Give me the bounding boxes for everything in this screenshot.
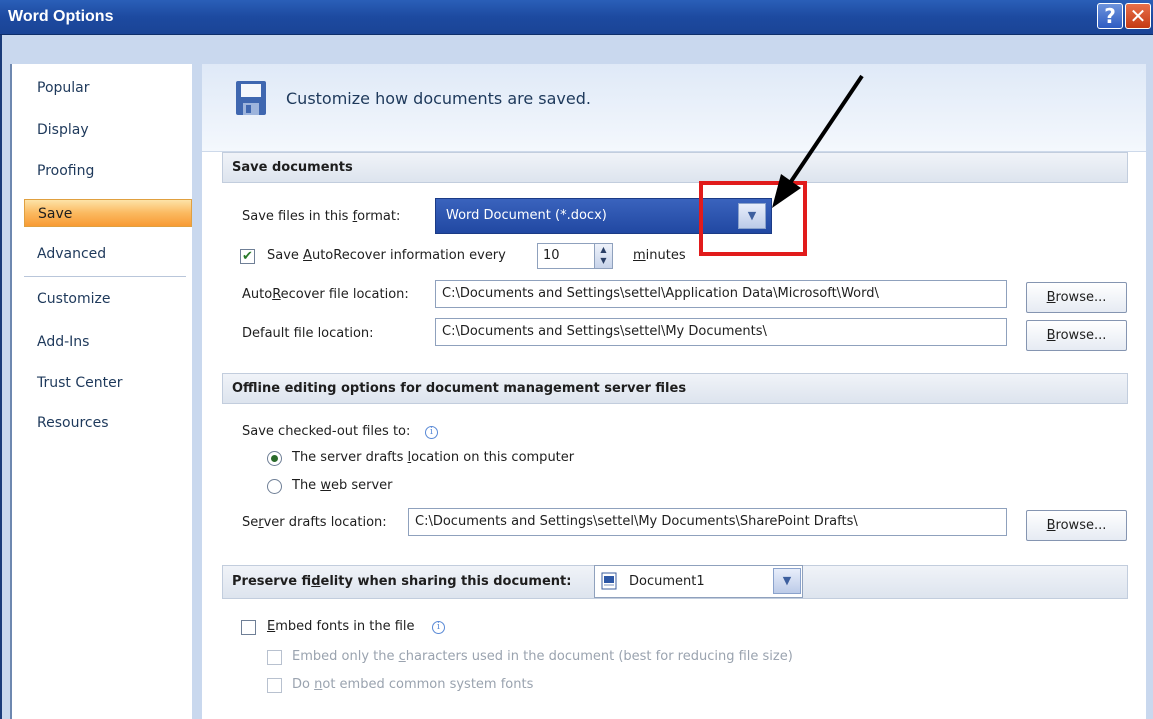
- info-icon: i: [425, 426, 438, 439]
- spinner-buttons[interactable]: ▲ ▼: [594, 244, 612, 268]
- server-drafts-label: Server drafts location:: [242, 515, 387, 530]
- frame-divider: [192, 64, 202, 719]
- help-button[interactable]: ?: [1097, 3, 1123, 29]
- nav-item-add-ins[interactable]: Add-Ins: [24, 328, 192, 356]
- autorecover-label: Save AutoRecover information every: [267, 248, 506, 263]
- section-offline-editing: Offline editing options for document man…: [222, 373, 1128, 404]
- format-label: Save files in this format:: [242, 209, 401, 224]
- close-button[interactable]: ✕: [1125, 3, 1151, 29]
- embed-fonts-label: Embed fonts in the file: [267, 619, 415, 634]
- autorecover-minutes-spinner[interactable]: 10 ▲ ▼: [537, 243, 613, 269]
- browse-server-drafts-button[interactable]: Browse...: [1026, 510, 1127, 541]
- fidelity-dropdown-button[interactable]: ▼: [773, 568, 801, 594]
- no-common-fonts-checkbox[interactable]: [267, 678, 282, 693]
- frame-right: [1146, 35, 1153, 719]
- fidelity-document-dropdown[interactable]: Document1 ▼: [594, 565, 803, 598]
- radio-web-server-label: The web server: [292, 478, 393, 493]
- floppy-disk-icon: [236, 81, 266, 115]
- default-location-label: Default file location:: [242, 326, 374, 341]
- spin-down-icon: ▼: [600, 256, 607, 265]
- radio-selected-dot: [271, 455, 278, 462]
- autorecover-location-label: AutoRecover file location:: [242, 287, 409, 302]
- frame-left: [2, 35, 10, 719]
- autorecover-checkbox[interactable]: ✔: [240, 249, 255, 264]
- default-location-input[interactable]: C:\Documents and Settings\settel\My Docu…: [435, 318, 1007, 346]
- fidelity-document-value: Document1: [629, 574, 705, 589]
- section-save-documents: Save documents: [222, 152, 1128, 183]
- word-document-icon: [601, 572, 617, 590]
- nav-item-trust-center[interactable]: Trust Center: [24, 369, 192, 397]
- nav-item-proofing[interactable]: Proofing: [24, 157, 192, 185]
- spin-up-icon: ▲: [600, 245, 607, 254]
- window-title: Word Options: [8, 8, 114, 25]
- radio-server-drafts[interactable]: [267, 451, 282, 466]
- nav-item-popular[interactable]: Popular: [24, 74, 192, 102]
- close-icon: ✕: [1129, 4, 1147, 28]
- autorecover-minutes-value: 10: [543, 248, 560, 263]
- word-options-window: Word Options ? ✕ Popular Display Proofin…: [0, 0, 1153, 719]
- title-bar: Word Options ? ✕: [0, 0, 1153, 35]
- browse-autorecover-button[interactable]: Browse...: [1026, 282, 1127, 313]
- autorecover-location-input[interactable]: C:\Documents and Settings\settel\Applica…: [435, 280, 1007, 308]
- frame-top: [2, 35, 1153, 64]
- minutes-label: minutes: [633, 248, 686, 263]
- server-drafts-input[interactable]: C:\Documents and Settings\settel\My Docu…: [408, 508, 1007, 536]
- no-common-fonts-label: Do not embed common system fonts: [292, 677, 534, 692]
- nav-item-advanced[interactable]: Advanced: [24, 240, 192, 268]
- browse-default-button[interactable]: Browse...: [1026, 320, 1127, 351]
- embed-only-used-checkbox[interactable]: [267, 650, 282, 665]
- radio-web-server[interactable]: [267, 479, 282, 494]
- page-title: Customize how documents are saved.: [286, 89, 591, 108]
- chevron-down-icon: ▼: [782, 574, 792, 587]
- radio-server-drafts-label: The server drafts location on this compu…: [292, 450, 575, 465]
- nav-separator: [24, 276, 186, 277]
- help-icon: ?: [1104, 4, 1116, 28]
- nav-item-save[interactable]: Save: [24, 199, 192, 227]
- nav-item-resources[interactable]: Resources: [24, 409, 192, 437]
- header-band: [202, 64, 1146, 152]
- format-dropdown-value: Word Document (*.docx): [446, 208, 607, 223]
- nav-item-customize[interactable]: Customize: [24, 285, 192, 313]
- embed-fonts-checkbox[interactable]: [241, 620, 256, 635]
- embed-only-used-label: Embed only the characters used in the do…: [292, 649, 793, 664]
- nav-item-display[interactable]: Display: [24, 116, 192, 144]
- checked-out-label: Save checked-out files to:: [242, 424, 411, 439]
- highlight-box: [699, 181, 807, 256]
- info-icon: i: [432, 621, 445, 634]
